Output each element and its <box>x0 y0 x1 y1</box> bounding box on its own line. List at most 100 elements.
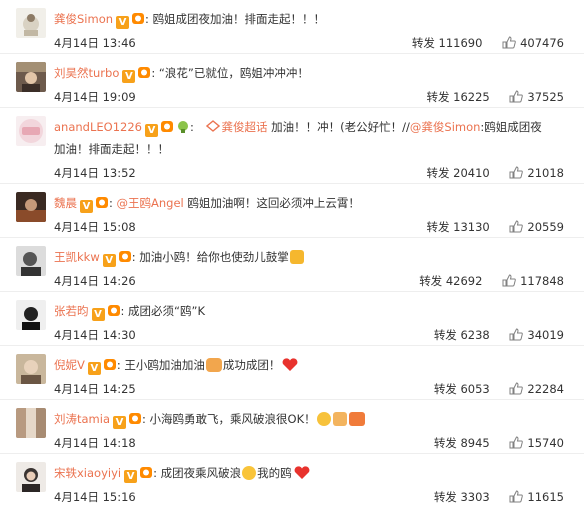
user-name[interactable]: 刘涛tamia <box>54 412 110 426</box>
verified-badge-icon: V <box>102 254 116 267</box>
like-count: 15740 <box>527 436 564 450</box>
comment-date: 4月14日 15:08 <box>54 220 136 234</box>
mention-link[interactable]: @王鸥Angel <box>117 196 184 210</box>
avatar[interactable] <box>16 8 46 38</box>
comment-text: 鸥姐成团夜加油！排面走起！！！ <box>152 12 326 26</box>
avatar[interactable] <box>16 116 46 146</box>
comment-text: 王小鸥加油加油 <box>124 358 205 372</box>
comment-actions: 转发 13130 20559 <box>427 214 565 240</box>
member-level-icon <box>118 250 132 263</box>
comment-actions: 转发 8945 15740 <box>434 430 564 456</box>
like-button[interactable]: 21018 <box>509 166 564 180</box>
like-button[interactable]: 11615 <box>509 490 564 504</box>
verified-badge-icon: V <box>91 308 105 321</box>
super-topic-link[interactable]: 龚俊超话 <box>222 120 268 134</box>
avatar[interactable] <box>16 462 46 492</box>
like-button[interactable]: 407476 <box>502 36 564 50</box>
go-sticker-icon <box>348 412 365 426</box>
member-level-icon <box>95 196 109 209</box>
repost-count: 6053 <box>460 382 490 396</box>
thumbs-up-icon <box>502 36 516 49</box>
comment-date: 4月14日 14:25 <box>54 382 136 396</box>
mention-link[interactable]: @龚俊Simon <box>410 120 481 134</box>
thumbs-up-icon <box>509 166 524 179</box>
like-count: 20559 <box>527 220 564 234</box>
comment-actions: 转发 111690 407476 <box>412 30 564 56</box>
repost-count: 42692 <box>445 274 483 288</box>
member-level-icon <box>160 120 174 133</box>
comment-item: 倪妮V V: 王小鸥加油加油 成功成团！ 4月14日 14:25 转发 6053 2… <box>0 346 584 400</box>
like-count: 407476 <box>520 36 564 50</box>
repost-button[interactable]: 转发 6053 <box>434 382 490 396</box>
comment-item: anandLEO1226 V: 龚俊超话 加油！！冲！(老公好忙！//@龚俊Sim… <box>0 108 584 184</box>
comment-actions: 转发 6238 34019 <box>434 322 564 348</box>
repost-button[interactable]: 转发 42692 <box>419 274 482 288</box>
repost-button[interactable]: 转发 16225 <box>427 90 490 104</box>
user-name[interactable]: 刘昊然turbo <box>54 66 119 80</box>
comment-text: 加油小鸥！给你也使劲儿鼓掌 <box>139 250 289 264</box>
avatar[interactable] <box>16 246 46 276</box>
verified-badge-icon: V <box>80 200 93 213</box>
super-topic-icon <box>205 117 220 132</box>
member-level-icon <box>107 304 121 317</box>
thumbs-up-icon <box>509 328 524 341</box>
comment-text: “浪花”已就位，鸥姐冲冲冲！ <box>158 66 309 80</box>
cheer-emoji-icon <box>316 412 331 426</box>
avatar[interactable] <box>16 408 46 438</box>
repost-count: 8945 <box>460 436 490 450</box>
thumbs-up-icon <box>502 274 516 287</box>
like-count: 37525 <box>527 90 564 104</box>
avatar[interactable] <box>16 62 46 92</box>
comment-content: anandLEO1226 V: 龚俊超话 加油！！冲！(老公好忙！//@龚俊Sim… <box>54 116 574 160</box>
comment-date: 4月14日 14:18 <box>54 436 136 450</box>
clap-emoji-icon <box>289 250 304 264</box>
like-count: 21018 <box>527 166 564 180</box>
comment-meta: 4月14日 15:16 转发 3303 11615 <box>54 484 574 510</box>
like-button[interactable]: 34019 <box>509 328 564 342</box>
thumbs-up-icon <box>509 382 524 395</box>
comment-date: 4月14日 14:30 <box>54 328 136 342</box>
comment-meta: 4月14日 14:30 转发 6238 34019 <box>54 322 574 348</box>
thumbs-up-icon <box>509 90 524 103</box>
user-name[interactable]: 龚俊Simon <box>54 12 113 26</box>
like-button[interactable]: 20559 <box>509 220 564 234</box>
like-count: 11615 <box>527 490 564 504</box>
like-button[interactable]: 15740 <box>509 436 564 450</box>
comment-meta: 4月14日 13:52 转发 20410 21018 <box>54 160 574 186</box>
smile-emoji-icon <box>242 466 257 480</box>
member-level-icon <box>103 358 117 371</box>
comment-meta: 4月14日 14:25 转发 6053 22284 <box>54 376 574 402</box>
verified-badge-icon: V <box>122 70 136 83</box>
repost-button[interactable]: 转发 6238 <box>434 328 490 342</box>
avatar[interactable] <box>16 354 46 384</box>
repost-button[interactable]: 转发 20410 <box>427 166 490 180</box>
verified-badge-icon: V <box>116 16 130 29</box>
user-name[interactable]: anandLEO1226 <box>54 120 142 134</box>
user-name[interactable]: 宋轶xiaoyiyi <box>54 466 121 480</box>
user-name[interactable]: 王凯kkw <box>54 250 100 264</box>
repost-button[interactable]: 转发 3303 <box>434 490 490 504</box>
comment-text: 成团夜乘风破浪 <box>160 466 242 480</box>
avatar[interactable] <box>16 300 46 330</box>
comment-content: 龚俊Simon V: 鸥姐成团夜加油！排面走起！！！ <box>54 12 326 29</box>
like-button[interactable]: 117848 <box>502 274 564 288</box>
comment-meta: 4月14日 15:08 转发 13130 20559 <box>54 214 574 240</box>
user-name[interactable]: 魏晨 <box>54 196 77 210</box>
user-name[interactable]: 张若昀 <box>54 304 89 318</box>
comment-item: 王凯kkw V: 加油小鸥！给你也使劲儿鼓掌 4月14日 14:26 转发 426… <box>0 238 584 292</box>
verified-badge-icon: V <box>87 362 101 375</box>
like-button[interactable]: 22284 <box>509 382 564 396</box>
user-name[interactable]: 倪妮V <box>54 358 85 372</box>
repost-button[interactable]: 转发 111690 <box>412 36 483 50</box>
repost-button[interactable]: 转发 13130 <box>427 220 490 234</box>
comment-item: 宋轶xiaoyiyi V: 成团夜乘风破浪 我的鸥 4月14日 15:16 转发 3… <box>0 454 584 508</box>
like-button[interactable]: 37525 <box>509 90 564 104</box>
avatar[interactable] <box>16 192 46 222</box>
repost-button[interactable]: 转发 8945 <box>434 436 490 450</box>
heart-emoji-icon <box>281 357 299 371</box>
verified-badge-icon: V <box>113 416 127 429</box>
repost-count: 16225 <box>453 90 490 104</box>
comment-text: 成团必须“鸥”K <box>128 304 205 318</box>
comment-meta: 4月14日 14:26 转发 42692 117848 <box>54 268 574 294</box>
member-level-icon <box>139 466 153 479</box>
